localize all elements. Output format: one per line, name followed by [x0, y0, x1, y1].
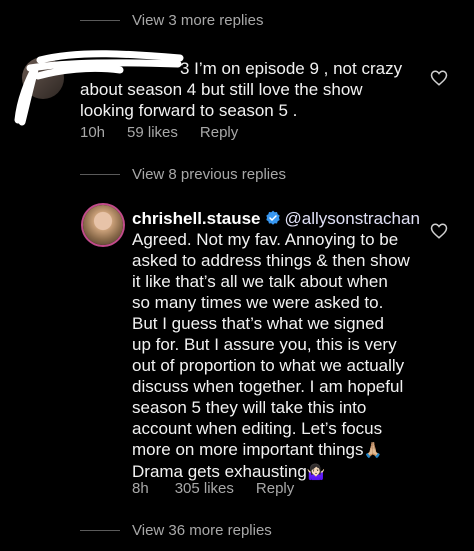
thread-divider: [80, 530, 120, 531]
view-more-replies-link[interactable]: View 36 more replies: [132, 522, 272, 539]
comment-line: account when editing. Let’s focus: [132, 419, 383, 438]
shrug-emoji: 🤷🏻‍♀️: [306, 464, 326, 481]
comment-line: But I guess that’s what we signed: [132, 314, 385, 333]
comment-line: so many times we were asked to.: [132, 293, 384, 312]
comment-line: up for. But I assure you, this is very: [132, 335, 397, 354]
pray-emoji: 🙏🏼: [363, 442, 383, 459]
verified-badge-icon: [265, 210, 280, 225]
comment-meta: 10h 59 likes Reply: [80, 124, 238, 141]
view-previous-replies-link[interactable]: View 8 previous replies: [132, 166, 286, 183]
comment-time: 10h: [80, 124, 106, 141]
heart-icon[interactable]: [430, 69, 448, 87]
view-more-replies-link[interactable]: View 3 more replies: [132, 12, 263, 29]
username-link[interactable]: chrishell.stause: [132, 209, 261, 228]
likes-count[interactable]: 59 likes: [127, 124, 178, 141]
comment-line: out of proportion to what we actually: [132, 356, 405, 375]
comment-time: 8h: [132, 480, 149, 497]
comment-line: more on more important things🙏🏼: [132, 440, 383, 459]
thread-divider: [80, 174, 120, 175]
likes-count[interactable]: 305 likes: [175, 480, 234, 497]
comment-body: chrishell.stause @allysonstrachan Agreed…: [132, 208, 452, 483]
heart-icon[interactable]: [430, 222, 448, 240]
avatar[interactable]: [83, 205, 123, 245]
comment-text-line: looking forward to season 5 .: [80, 101, 298, 120]
thread-divider: [80, 20, 120, 21]
comment-line: season 5 they will take this into: [132, 398, 367, 417]
reply-button[interactable]: Reply: [256, 480, 294, 497]
comment-line: Agreed. Not my fav. Annoying to be: [132, 230, 399, 249]
comment-meta: 8h 305 likes Reply: [132, 480, 294, 497]
mention-link[interactable]: @allysonstrachan: [285, 209, 420, 228]
comment-text-line: about season 4 but still love the show: [80, 80, 363, 99]
comment-line: asked to address things & then show: [132, 251, 410, 270]
comment-line: discuss when together. I am hopeful: [132, 377, 404, 396]
reply-button[interactable]: Reply: [200, 124, 238, 141]
comment-text: 3 I’m on episode 9 , not crazy: [180, 59, 403, 78]
comment-line: it like that’s all we talk about when: [132, 272, 388, 291]
